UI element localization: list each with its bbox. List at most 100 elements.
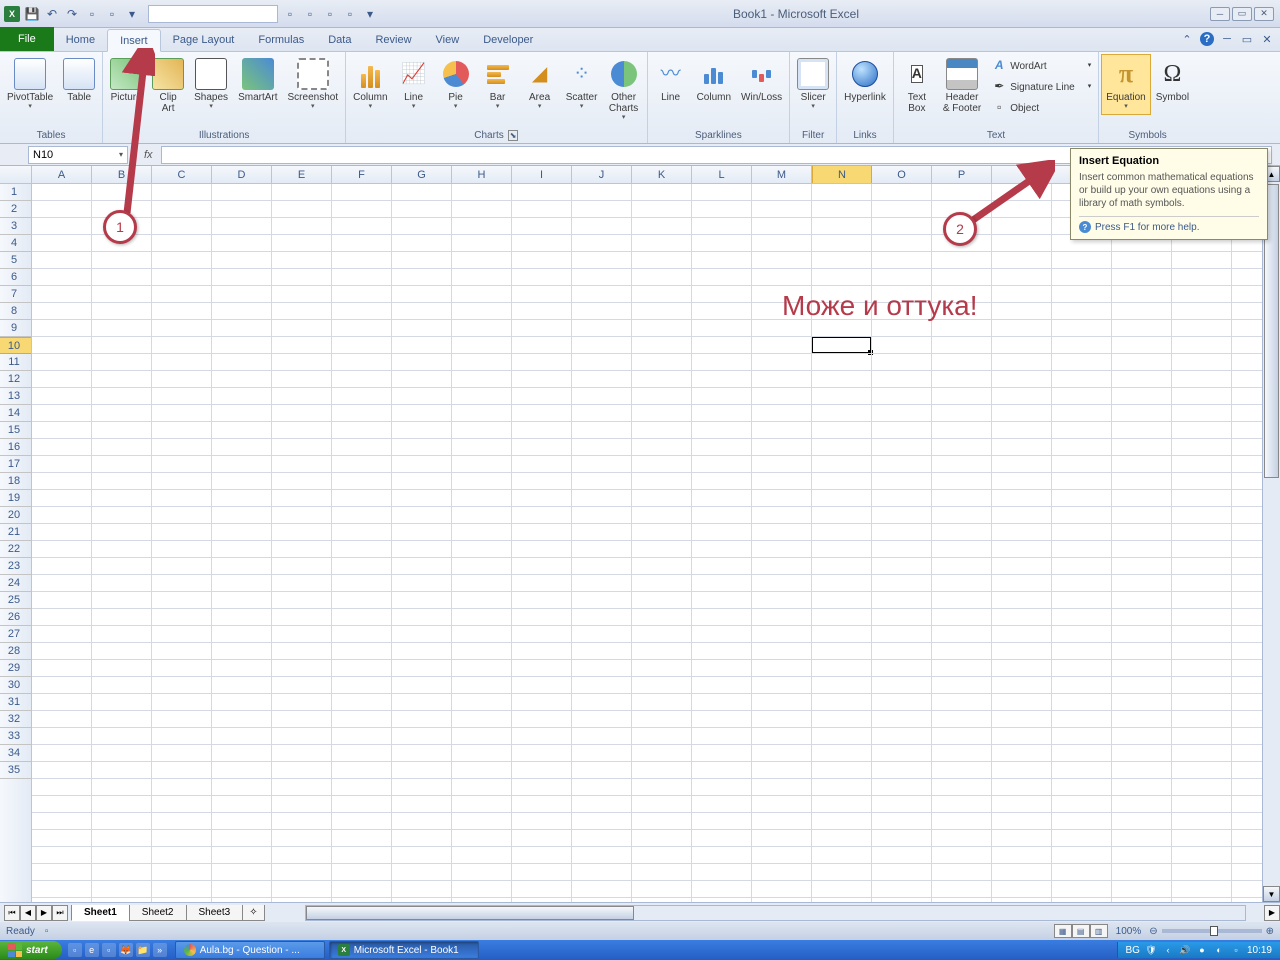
ql-icon[interactable]: ▫ <box>68 943 82 957</box>
hscroll-right[interactable]: ▶ <box>1264 905 1280 921</box>
row-header[interactable]: 7 <box>0 286 31 303</box>
row-header[interactable]: 26 <box>0 609 31 626</box>
column-header[interactable]: O <box>872 166 932 183</box>
column-header[interactable]: M <box>752 166 812 183</box>
doc-minimize-icon[interactable]: ─ <box>1220 32 1234 46</box>
qat-dropdown-icon[interactable]: ▾ <box>124 6 140 22</box>
row-header[interactable]: 23 <box>0 558 31 575</box>
tray-icon[interactable]: ‹ <box>1162 944 1174 956</box>
row-header[interactable]: 11 <box>0 354 31 371</box>
column-header[interactable]: E <box>272 166 332 183</box>
column-header[interactable]: F <box>332 166 392 183</box>
taskbar-item-browser[interactable]: Aula.bg - Question - ... <box>175 941 325 959</box>
tab-review[interactable]: Review <box>363 28 423 51</box>
macro-record-icon[interactable]: ▫ <box>45 926 49 937</box>
tab-formulas[interactable]: Formulas <box>246 28 316 51</box>
row-header[interactable]: 6 <box>0 269 31 286</box>
signature-button[interactable]: ✒Signature Line▾ <box>986 77 1096 97</box>
headerfooter-button[interactable]: Header & Footer <box>938 54 986 118</box>
sheet-nav-prev[interactable]: ◀ <box>20 905 36 921</box>
screenshot-button[interactable]: Screenshot <box>283 54 344 115</box>
column-chart-button[interactable]: Column <box>348 54 392 115</box>
new-sheet-button[interactable]: ✧ <box>242 905 264 921</box>
scatter-chart-button[interactable]: ⁘Scatter <box>561 54 603 115</box>
qat-item-icon[interactable]: ▫ <box>282 6 298 22</box>
cells-area[interactable] <box>32 184 1280 902</box>
minimize-button[interactable]: ─ <box>1210 7 1230 21</box>
row-header[interactable]: 1 <box>0 184 31 201</box>
taskbar-item-excel[interactable]: XMicrosoft Excel - Book1 <box>329 941 479 959</box>
close-button[interactable]: ✕ <box>1254 7 1274 21</box>
row-header[interactable]: 31 <box>0 694 31 711</box>
row-header[interactable]: 9 <box>0 320 31 337</box>
column-header[interactable]: L <box>692 166 752 183</box>
doc-restore-icon[interactable]: ▭ <box>1240 32 1254 46</box>
symbol-button[interactable]: ΩSymbol <box>1151 54 1194 107</box>
row-header[interactable]: 29 <box>0 660 31 677</box>
sheet-tab-2[interactable]: Sheet2 <box>129 905 187 921</box>
sparkline-winloss-button[interactable]: Win/Loss <box>736 54 787 107</box>
row-header[interactable]: 12 <box>0 371 31 388</box>
equation-button[interactable]: πEquation <box>1101 54 1150 115</box>
row-header[interactable]: 2 <box>0 201 31 218</box>
sheet-nav-last[interactable]: ⏭ <box>52 905 68 921</box>
tray-icon[interactable]: ◐ <box>1213 944 1225 956</box>
ql-explorer-icon[interactable]: 📁 <box>136 943 150 957</box>
redo-icon[interactable]: ↷ <box>64 6 80 22</box>
tab-file[interactable]: File <box>0 27 54 51</box>
tray-icon[interactable]: 🛡 <box>1145 944 1157 956</box>
sheet-tab-3[interactable]: Sheet3 <box>186 905 244 921</box>
row-header[interactable]: 27 <box>0 626 31 643</box>
textbox-button[interactable]: AText Box <box>896 54 938 118</box>
line-chart-button[interactable]: 📈Line <box>393 54 435 115</box>
object-button[interactable]: ▫Object <box>986 98 1096 118</box>
hyperlink-button[interactable]: Hyperlink <box>839 54 891 107</box>
area-chart-button[interactable]: ◢Area <box>519 54 561 115</box>
tab-data[interactable]: Data <box>316 28 363 51</box>
column-header[interactable]: I <box>512 166 572 183</box>
normal-view-button[interactable]: ▦ <box>1054 924 1072 938</box>
row-header[interactable]: 15 <box>0 422 31 439</box>
clock[interactable]: 10:19 <box>1247 945 1272 956</box>
row-header[interactable]: 19 <box>0 490 31 507</box>
row-header[interactable]: 25 <box>0 592 31 609</box>
ql-more-icon[interactable]: » <box>153 943 167 957</box>
row-header[interactable]: 32 <box>0 711 31 728</box>
row-header[interactable]: 22 <box>0 541 31 558</box>
zoom-slider[interactable] <box>1162 929 1262 933</box>
row-header[interactable]: 5 <box>0 252 31 269</box>
horizontal-scrollbar[interactable] <box>305 905 1246 921</box>
sheet-nav-first[interactable]: ⏮ <box>4 905 20 921</box>
column-header[interactable]: J <box>572 166 632 183</box>
minimize-ribbon-icon[interactable]: ⌃ <box>1180 32 1194 46</box>
tab-pagelayout[interactable]: Page Layout <box>161 28 247 51</box>
qat-combo[interactable] <box>148 5 278 23</box>
column-header[interactable]: N <box>812 166 872 183</box>
row-header[interactable]: 33 <box>0 728 31 745</box>
undo-icon[interactable]: ↶ <box>44 6 60 22</box>
slicer-button[interactable]: Slicer <box>792 54 834 115</box>
row-header[interactable]: 34 <box>0 745 31 762</box>
wordart-button[interactable]: AWordArt▾ <box>986 56 1096 76</box>
column-header[interactable]: C <box>152 166 212 183</box>
tab-view[interactable]: View <box>424 28 472 51</box>
tray-icon[interactable]: ● <box>1196 944 1208 956</box>
zoom-level[interactable]: 100% <box>1116 926 1142 937</box>
qat-item-icon[interactable]: ▫ <box>342 6 358 22</box>
ql-icon[interactable]: ▫ <box>102 943 116 957</box>
other-charts-button[interactable]: Other Charts <box>603 54 645 126</box>
row-header[interactable]: 30 <box>0 677 31 694</box>
name-box[interactable]: N10▾ <box>28 146 128 164</box>
zoom-in-button[interactable]: ⊕ <box>1266 926 1274 937</box>
tab-developer[interactable]: Developer <box>471 28 545 51</box>
doc-close-icon[interactable]: ✕ <box>1260 32 1274 46</box>
row-header[interactable]: 28 <box>0 643 31 660</box>
row-header[interactable]: 10 <box>0 337 31 354</box>
table-button[interactable]: Table <box>58 54 100 107</box>
ql-ie-icon[interactable]: e <box>85 943 99 957</box>
ql-firefox-icon[interactable]: 🦊 <box>119 943 133 957</box>
row-header[interactable]: 8 <box>0 303 31 320</box>
tab-home[interactable]: Home <box>54 28 107 51</box>
row-header[interactable]: 13 <box>0 388 31 405</box>
sheet-tab-1[interactable]: Sheet1 <box>71 905 130 921</box>
